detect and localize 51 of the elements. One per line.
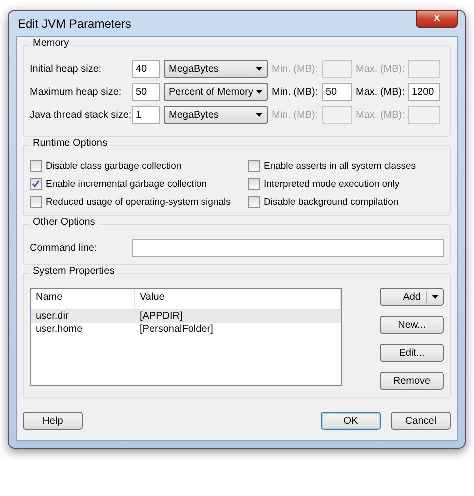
- min-field[interactable]: 50: [322, 83, 352, 101]
- unit-dropdown[interactable]: MegaBytes: [164, 60, 268, 78]
- min-label: Min. (MB):: [272, 86, 318, 98]
- window-title: Edit JVM Parameters: [17, 16, 132, 30]
- field-label: Maximum heap size:: [30, 86, 123, 98]
- max-label: Max. (MB):: [356, 110, 404, 120]
- dialog-button[interactable]: OK: [321, 412, 381, 430]
- checkbox-label: Disable background compilation: [264, 196, 399, 208]
- table-cell[interactable]: [PersonalFolder]: [135, 323, 341, 336]
- close-button[interactable]: x: [416, 10, 458, 28]
- value-field[interactable]: 40: [132, 60, 160, 78]
- checkbox-label: Interpreted mode execution only: [264, 178, 400, 190]
- checkbox-label: Enable incremental garbage collection: [46, 178, 208, 190]
- max-label: Max. (MB):: [356, 86, 404, 98]
- checkbox-label: Disable class garbage collection: [46, 160, 182, 172]
- field-label: Initial heap size:: [30, 64, 103, 74]
- value-field[interactable]: 1: [132, 106, 160, 124]
- table-cell[interactable]: user.home: [31, 323, 135, 336]
- checkbox[interactable]: [30, 196, 42, 208]
- dropdown-arrow-icon: [256, 90, 263, 94]
- checkbox[interactable]: [248, 196, 260, 208]
- max-field[interactable]: 1200: [408, 83, 440, 101]
- system-properties-group-title: System Properties: [30, 266, 118, 277]
- unit-dropdown[interactable]: MegaBytes: [164, 106, 268, 124]
- property-button[interactable]: New...: [380, 316, 444, 334]
- dialog-button[interactable]: Cancel: [391, 412, 451, 430]
- other-options-group-title: Other Options: [30, 217, 98, 228]
- dropdown-arrow-icon: [256, 113, 263, 117]
- checkbox[interactable]: [30, 178, 42, 190]
- max-label: Max. (MB):: [356, 64, 404, 74]
- table-cell[interactable]: user.dir: [31, 310, 135, 323]
- checkbox[interactable]: [30, 160, 42, 172]
- checkbox[interactable]: [248, 160, 260, 172]
- add-button[interactable]: Add: [380, 288, 444, 306]
- dropdown-arrow-icon: [432, 295, 439, 299]
- checkbox-label: Enable asserts in all system classes: [264, 160, 416, 172]
- property-button[interactable]: Edit...: [380, 344, 444, 362]
- checkbox-label: Reduced usage of operating-system signals: [46, 196, 231, 208]
- unit-dropdown[interactable]: Percent of Memory: [164, 83, 268, 101]
- field-label: Command line:: [30, 242, 98, 254]
- runtime-options-group-title: Runtime Options: [30, 138, 110, 149]
- table-cell[interactable]: [APPDIR]: [135, 310, 341, 323]
- checkbox[interactable]: [248, 178, 260, 190]
- command-line-field[interactable]: [132, 239, 444, 257]
- property-button[interactable]: Remove: [380, 372, 444, 390]
- min-label: Min. (MB):: [272, 110, 318, 120]
- min-label: Min. (MB):: [272, 64, 318, 74]
- value-field[interactable]: 50: [132, 83, 160, 101]
- dialog-button[interactable]: Help: [23, 412, 83, 430]
- memory-group-title: Memory: [30, 38, 72, 49]
- dropdown-arrow-icon: [256, 67, 263, 71]
